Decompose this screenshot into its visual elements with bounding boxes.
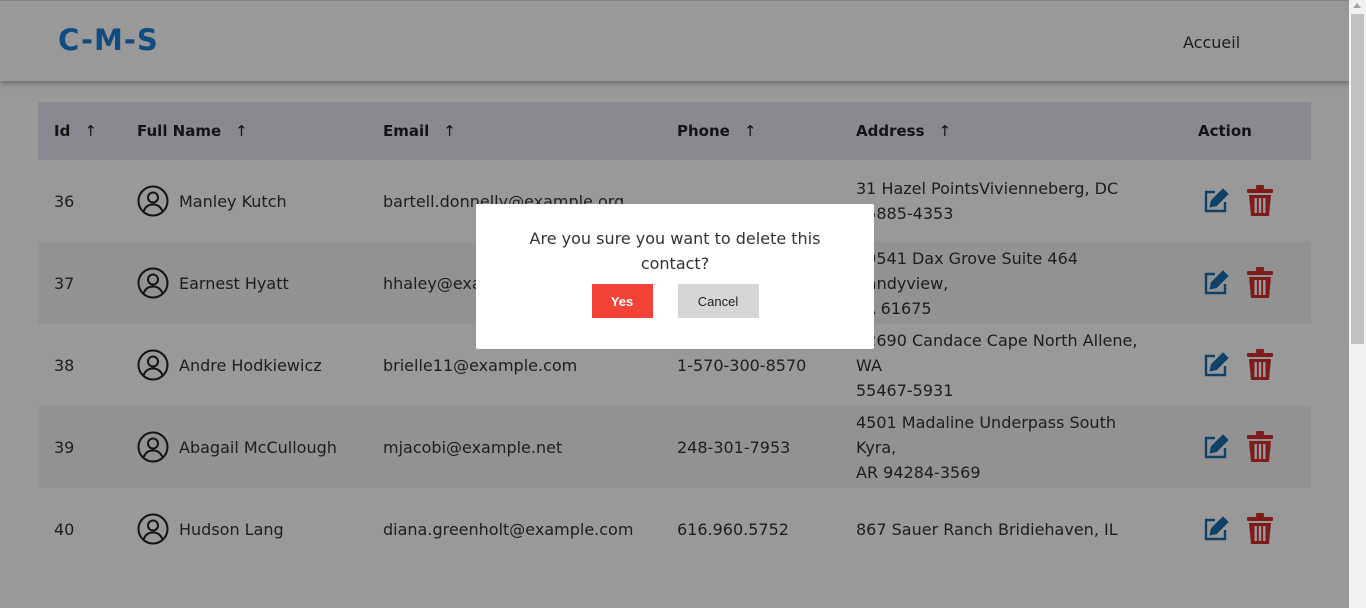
delete-confirm-dialog: Are you sure you want to delete this con… <box>476 204 874 349</box>
scroll-thumb[interactable] <box>1351 14 1364 344</box>
cancel-button[interactable]: Cancel <box>677 284 759 318</box>
confirm-yes-button[interactable]: Yes <box>591 284 653 318</box>
dialog-message: Are you sure you want to delete this con… <box>529 229 821 273</box>
scroll-up-arrow-icon[interactable] <box>1353 3 1361 8</box>
page-scrollbar[interactable] <box>1349 0 1366 608</box>
